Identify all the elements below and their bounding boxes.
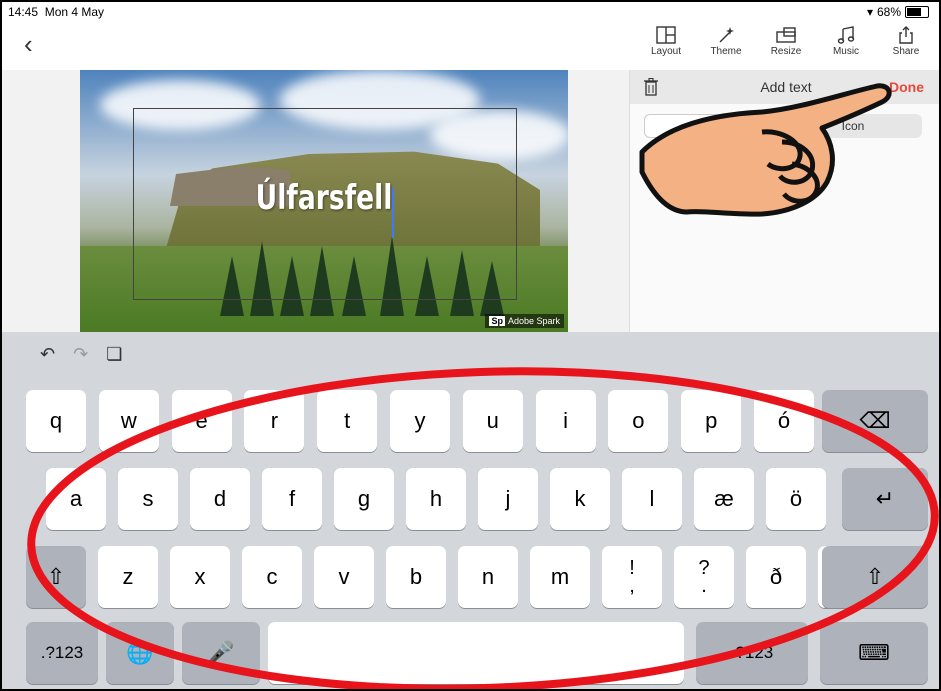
top-toolbar: Layout Theme Resize Music Share (643, 26, 929, 57)
key-z[interactable]: z (98, 546, 158, 608)
key-t[interactable]: t (317, 390, 378, 452)
backspace-icon: ⌫ (859, 408, 891, 433)
hide-keyboard-key[interactable]: ⌨ (820, 622, 928, 684)
key-r[interactable]: r (244, 390, 305, 452)
status-time: 14:45 Mon 4 May (8, 5, 105, 19)
share-button[interactable]: Share (883, 26, 929, 57)
keyboard-shortcut-bar: ↶ ↷ ❏ (40, 344, 122, 365)
layout-icon (656, 26, 676, 44)
battery-icon (905, 6, 929, 18)
key-x[interactable]: x (170, 546, 230, 608)
key-f[interactable]: f (262, 468, 322, 530)
shift-icon: ⇧ (46, 564, 66, 589)
globe-key[interactable]: 🌐 (106, 622, 174, 684)
theme-button[interactable]: Theme (703, 26, 749, 57)
paste-icon[interactable]: ❏ (106, 344, 122, 365)
shift-left-key[interactable]: ⇧ (26, 546, 86, 608)
key-l[interactable]: l (622, 468, 682, 530)
music-note-icon (837, 26, 855, 44)
key-m[interactable]: m (530, 546, 590, 608)
back-chevron-icon[interactable]: ‹ (24, 31, 33, 57)
key-i[interactable]: i (535, 390, 596, 452)
ipad-screen: 14:45 Mon 4 May ▾ 68% ‹ Layout Theme Res… (0, 0, 941, 691)
undo-icon[interactable]: ↶ (40, 344, 55, 365)
key-j[interactable]: j (478, 468, 538, 530)
globe-icon: 🌐 (126, 640, 154, 665)
layout-button[interactable]: Layout (643, 26, 689, 57)
punct-bottom: , (629, 575, 635, 597)
watermark-text: Adobe Spark (507, 316, 560, 326)
numbers-left-key[interactable]: .?123 (26, 622, 98, 684)
key-h[interactable]: h (406, 468, 466, 530)
adobe-spark-watermark: Sp Adobe Spark (485, 314, 564, 328)
pointing-hand-icon (639, 83, 892, 217)
watermark-logo: Sp (489, 316, 505, 326)
share-label: Share (892, 46, 920, 57)
key-g[interactable]: g (334, 468, 394, 530)
slide-canvas[interactable]: Úlfarsfell Sp Adobe Spark (80, 70, 568, 332)
share-icon (899, 26, 913, 44)
key-v[interactable]: v (314, 546, 374, 608)
key-ó[interactable]: ó (754, 390, 814, 452)
key-question-period[interactable]: ?. (674, 546, 734, 608)
key-b[interactable]: b (386, 546, 446, 608)
layout-label: Layout (650, 46, 682, 57)
return-icon: ↵ (875, 486, 895, 511)
keyboard-hide-icon: ⌨ (858, 640, 890, 665)
key-c[interactable]: c (242, 546, 302, 608)
shift-right-key[interactable]: ⇧ (822, 546, 928, 608)
key-æ[interactable]: æ (694, 468, 754, 530)
redo-icon[interactable]: ↷ (73, 344, 88, 365)
microphone-icon: 🎤 (207, 640, 235, 665)
key-u[interactable]: u (462, 390, 523, 452)
theme-label: Theme (710, 46, 742, 57)
slide-title-text[interactable]: Úlfarsfell (134, 178, 515, 218)
status-right: ▾ 68% (867, 5, 929, 19)
text-cursor (392, 188, 394, 238)
key-s[interactable]: s (118, 468, 178, 530)
key-e[interactable]: e (171, 390, 232, 452)
resize-icon (776, 27, 796, 43)
punct-bottom: . (701, 575, 707, 597)
battery-percent: 68% (876, 5, 901, 19)
status-bar: 14:45 Mon 4 May ▾ 68% (2, 2, 939, 22)
space-key[interactable] (268, 622, 684, 684)
key-a[interactable]: a (46, 468, 106, 530)
magic-wand-icon (719, 27, 734, 43)
key-k[interactable]: k (550, 468, 610, 530)
key-w[interactable]: w (98, 390, 159, 452)
dictation-key[interactable]: 🎤 (182, 622, 260, 684)
wifi-icon: ▾ (866, 5, 873, 19)
key-ð[interactable]: ð (746, 546, 806, 608)
backspace-key[interactable]: ⌫ (822, 390, 928, 452)
resize-button[interactable]: Resize (763, 26, 809, 57)
shift-icon: ⇧ (865, 564, 885, 589)
music-button[interactable]: Music (823, 26, 869, 57)
key-ö[interactable]: ö (766, 468, 826, 530)
resize-label: Resize (770, 46, 802, 57)
music-label: Music (832, 46, 860, 57)
return-key[interactable]: ↵ (842, 468, 928, 530)
key-y[interactable]: y (390, 390, 450, 452)
key-p[interactable]: p (681, 390, 742, 452)
key-d[interactable]: d (190, 468, 250, 530)
numbers-right-key[interactable]: .?123 (696, 622, 808, 684)
key-n[interactable]: n (458, 546, 518, 608)
key-q[interactable]: q (26, 390, 86, 452)
key-exclaim-comma[interactable]: !, (602, 546, 662, 608)
key-o[interactable]: o (608, 390, 669, 452)
